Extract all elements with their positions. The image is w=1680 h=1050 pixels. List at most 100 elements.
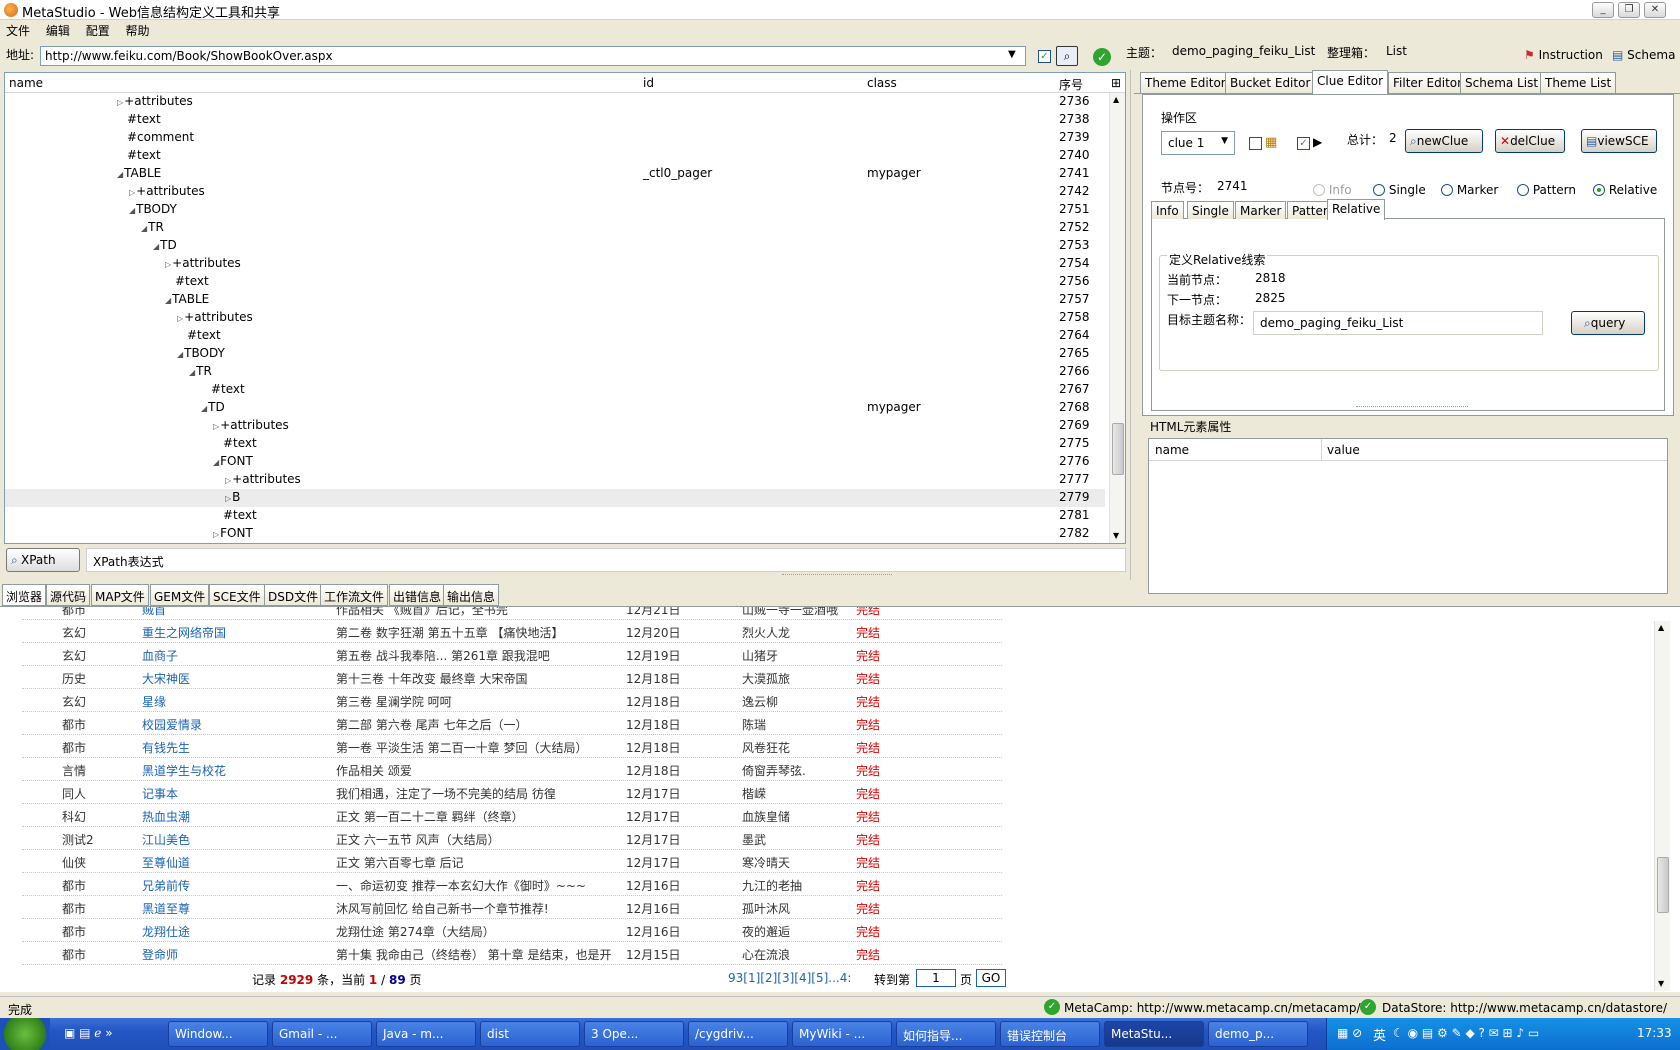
tree-row[interactable]: ▷B 2779: [5, 489, 1105, 507]
expand-icon[interactable]: ▷: [213, 422, 219, 431]
expand-icon[interactable]: ▷: [213, 530, 219, 539]
subtab-marker[interactable]: Marker: [1235, 201, 1287, 219]
book-chapter-link[interactable]: 沐风写前回忆 给自己新书一个章节推荐!: [336, 900, 549, 917]
tab-clue-editor[interactable]: Clue Editor: [1312, 70, 1389, 94]
expand-icon[interactable]: ▷: [165, 260, 171, 269]
tab-theme-list[interactable]: Theme List: [1540, 72, 1617, 93]
tree-row[interactable]: #text 2781: [5, 507, 1105, 525]
subtab-info[interactable]: Info: [1151, 201, 1184, 219]
tree-node-name[interactable]: #text: [223, 436, 257, 450]
tree-row[interactable]: #text 2764: [5, 327, 1105, 345]
tree-row[interactable]: ◢TD mypager 2768: [5, 399, 1105, 417]
tab-source[interactable]: 源代码: [46, 584, 91, 606]
expand-icon[interactable]: ▷: [225, 494, 231, 503]
radio-info[interactable]: Info: [1313, 183, 1352, 197]
tree-node-name[interactable]: ▷+attributes: [117, 94, 193, 108]
book-title-link[interactable]: 黑道学生与校花: [142, 762, 226, 779]
pager-pages[interactable]: 93[1][2][3][4][5]...4:: [728, 971, 851, 985]
radio-single[interactable]: Single: [1373, 183, 1426, 197]
book-chapter-link[interactable]: 正文 六一五节 风声（大结局）: [336, 831, 500, 848]
book-title-link[interactable]: 大宋神医: [142, 670, 190, 687]
tree-scroll-thumb[interactable]: [1112, 423, 1124, 475]
tree-row[interactable]: ◢TR 2766: [5, 363, 1105, 381]
taskbar-item[interactable]: Java - m...: [376, 1021, 476, 1047]
book-chapter-link[interactable]: 第十集 我命由己（终结卷） 第十章 是结束，也是开: [336, 946, 611, 963]
book-chapter-link[interactable]: 正文 第一百二十二章 羁绊（终章）: [336, 808, 524, 825]
address-checkbox[interactable]: ✓: [1038, 50, 1051, 63]
taskbar-item[interactable]: Window...: [168, 1021, 268, 1047]
tree-row[interactable]: #text 2740: [5, 147, 1105, 165]
col-index[interactable]: 序号: [1059, 76, 1083, 93]
tab-theme-editor[interactable]: Theme Editor: [1140, 72, 1231, 93]
splitter-handle[interactable]: [782, 574, 892, 580]
col-class[interactable]: class: [867, 76, 897, 90]
expand-icon[interactable]: ▷: [117, 98, 123, 107]
tree-row[interactable]: ◢TD 2753: [5, 237, 1105, 255]
radio-marker[interactable]: Marker: [1441, 183, 1498, 197]
go-button[interactable]: GO: [976, 969, 1006, 987]
book-title-link[interactable]: 贼首: [142, 607, 166, 618]
tree-node-name[interactable]: ◢TR: [189, 364, 212, 378]
taskbar-item[interactable]: MyWiki - ...: [792, 1021, 892, 1047]
confirm-icon[interactable]: ✓: [1093, 48, 1111, 66]
scroll-down-icon[interactable]: ▼: [1113, 531, 1119, 540]
ime-lang[interactable]: 英: [1373, 1025, 1386, 1044]
tray-icons-2[interactable]: ☾ ◉ ▤ ⚙ ✎ ◆ ? ✉ ⊞ ♪ ▭: [1393, 1026, 1539, 1040]
tree-node-name[interactable]: ▷+attributes: [225, 472, 301, 486]
tree-node-name[interactable]: ◢TBODY: [177, 346, 225, 360]
collapse-icon[interactable]: ◢: [165, 296, 171, 305]
tab-filter-editor[interactable]: Filter Editor: [1388, 72, 1468, 93]
menu-help[interactable]: 帮助: [120, 20, 156, 41]
taskbar-item[interactable]: MetaStu...: [1104, 1021, 1204, 1047]
tree-row[interactable]: ◢TABLE _ctl0_pager mypager 2741: [5, 165, 1105, 183]
book-chapter-link[interactable]: 第三卷 星澜学院 呵呵: [336, 693, 452, 710]
tree-row[interactable]: #comment 2739: [5, 129, 1105, 147]
clue-checkbox-2[interactable]: ✓: [1297, 137, 1310, 150]
book-chapter-link[interactable]: 一、命运初变 推荐一本玄幻大作《御时》~~~: [336, 877, 586, 894]
del-clue-button[interactable]: ✕delClue: [1495, 129, 1565, 153]
book-chapter-link[interactable]: 龙翔仕途 第274章（大结局）: [336, 923, 495, 940]
schema-link[interactable]: ▤ Schema: [1612, 48, 1675, 62]
tree-node-name[interactable]: ◢FONT: [213, 454, 253, 468]
browser-scroll-down-icon[interactable]: ▼: [1658, 979, 1664, 988]
tree-scrollbar[interactable]: ▲ ▼: [1109, 93, 1125, 543]
book-title-link[interactable]: 至尊仙道: [142, 854, 190, 871]
col-id[interactable]: id: [643, 76, 654, 90]
collapse-icon[interactable]: ◢: [117, 170, 123, 179]
book-title-link[interactable]: 黑道至尊: [142, 900, 190, 917]
tree-row[interactable]: #text 2738: [5, 111, 1105, 129]
clue-checkbox-1[interactable]: [1249, 137, 1262, 150]
metacamp-link[interactable]: MetaCamp: http://www.metacamp.cn/metacam…: [1064, 1001, 1361, 1015]
tree-row[interactable]: #text 2756: [5, 273, 1105, 291]
tree-row[interactable]: ◢TBODY 2751: [5, 201, 1105, 219]
tree-node-name[interactable]: ▷+attributes: [177, 310, 253, 324]
tray-icons[interactable]: ▦ ⊘: [1337, 1026, 1362, 1040]
book-chapter-link[interactable]: 我们相遇，注定了一场不完美的结局 彷徨: [336, 785, 556, 802]
browser-scroll-up-icon[interactable]: ▲: [1658, 623, 1664, 632]
book-title-link[interactable]: 江山美色: [142, 831, 190, 848]
tab-sce-file[interactable]: SCE文件: [209, 584, 265, 606]
browser-scroll-thumb[interactable]: [1657, 857, 1669, 913]
tab-output-info[interactable]: 输出信息: [443, 584, 500, 606]
collapse-icon[interactable]: ◢: [201, 404, 207, 413]
book-title-link[interactable]: 重生之网络帝国: [142, 624, 226, 641]
book-chapter-link[interactable]: 第二部 第六卷 尾声 七年之后（一）: [336, 716, 527, 733]
tree-row[interactable]: #text 2767: [5, 381, 1105, 399]
tab-workflow-file[interactable]: 工作流文件: [320, 584, 389, 606]
tree-row[interactable]: ◢FONT 2776: [5, 453, 1105, 471]
tab-browser[interactable]: 浏览器: [2, 584, 47, 606]
book-chapter-link[interactable]: 第十三卷 十年改变 最终章 大宋帝国: [336, 670, 527, 687]
book-chapter-link[interactable]: 第一卷 平淡生活 第二百一十章 梦回（大结局）: [336, 739, 587, 756]
taskbar-item[interactable]: dist: [480, 1021, 580, 1047]
tree-row[interactable]: ◢TABLE 2757: [5, 291, 1105, 309]
radio-relative[interactable]: Relative: [1593, 183, 1657, 197]
query-button[interactable]: ⌕query: [1571, 311, 1645, 335]
browser-scrollbar[interactable]: ▲ ▼: [1654, 621, 1670, 991]
taskbar-item[interactable]: /cygdriv...: [688, 1021, 788, 1047]
collapse-icon[interactable]: ◢: [141, 224, 147, 233]
tree-node-name[interactable]: ◢TBODY: [129, 202, 177, 216]
xpath-input[interactable]: XPath表达式: [86, 548, 1126, 572]
tree-row[interactable]: ▷+attributes 2777: [5, 471, 1105, 489]
collapse-icon[interactable]: ◢: [177, 350, 183, 359]
tree-row[interactable]: ▷FONT 2782: [5, 525, 1105, 543]
